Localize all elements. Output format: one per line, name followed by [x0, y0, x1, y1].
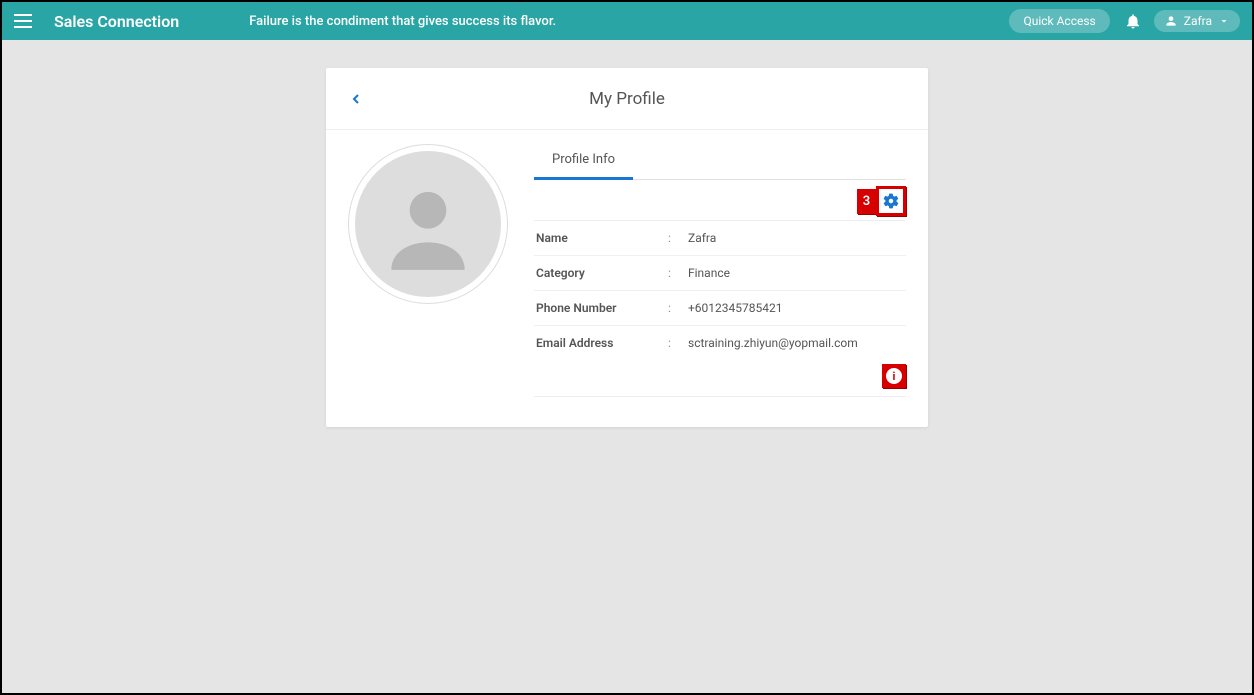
page-title: My Profile	[589, 89, 665, 109]
field-category: Category : Finance	[534, 256, 906, 291]
tab-profile-info[interactable]: Profile Info	[534, 144, 633, 180]
category-value: Finance	[688, 266, 904, 280]
email-value: sctraining.zhiyun@yopmail.com	[688, 336, 904, 350]
field-phone: Phone Number : +6012345785421	[534, 291, 906, 326]
profile-card: My Profile Profile Info 3 Name	[326, 68, 928, 427]
email-label: Email Address	[536, 336, 668, 350]
avatar[interactable]	[348, 144, 508, 304]
card-header: My Profile	[326, 68, 928, 130]
back-button[interactable]	[348, 91, 364, 107]
step-badge: 3	[857, 189, 876, 214]
field-name: Name : Zafra	[534, 221, 906, 256]
tab-bar: Profile Info	[534, 144, 906, 180]
user-name: Zafra	[1184, 14, 1212, 28]
chevron-down-icon	[1218, 15, 1230, 27]
gear-icon	[882, 192, 900, 210]
phone-value: +6012345785421	[688, 301, 904, 315]
person-placeholder-icon	[373, 169, 483, 279]
chevron-left-icon	[348, 91, 364, 107]
user-menu[interactable]: Zafra	[1154, 10, 1240, 32]
notifications-button[interactable]	[1124, 12, 1142, 30]
menu-button[interactable]	[14, 10, 36, 32]
bell-icon	[1124, 12, 1142, 30]
settings-button[interactable]	[876, 186, 906, 216]
quick-access-button[interactable]: Quick Access	[1009, 9, 1109, 33]
phone-label: Phone Number	[536, 301, 668, 315]
info-icon: i	[886, 368, 902, 384]
header-quote: Failure is the condiment that gives succ…	[249, 14, 1009, 29]
category-label: Category	[536, 266, 668, 280]
app-header: Sales Connection Failure is the condimen…	[2, 2, 1252, 40]
info-button[interactable]: i	[882, 364, 906, 388]
name-value: Zafra	[688, 231, 904, 245]
brand-title: Sales Connection	[54, 12, 179, 31]
profile-fields: Name : Zafra Category : Finance Phone Nu…	[534, 220, 906, 360]
person-icon	[1164, 14, 1178, 28]
field-email: Email Address : sctraining.zhiyun@yopmai…	[534, 326, 906, 360]
name-label: Name	[536, 231, 668, 245]
